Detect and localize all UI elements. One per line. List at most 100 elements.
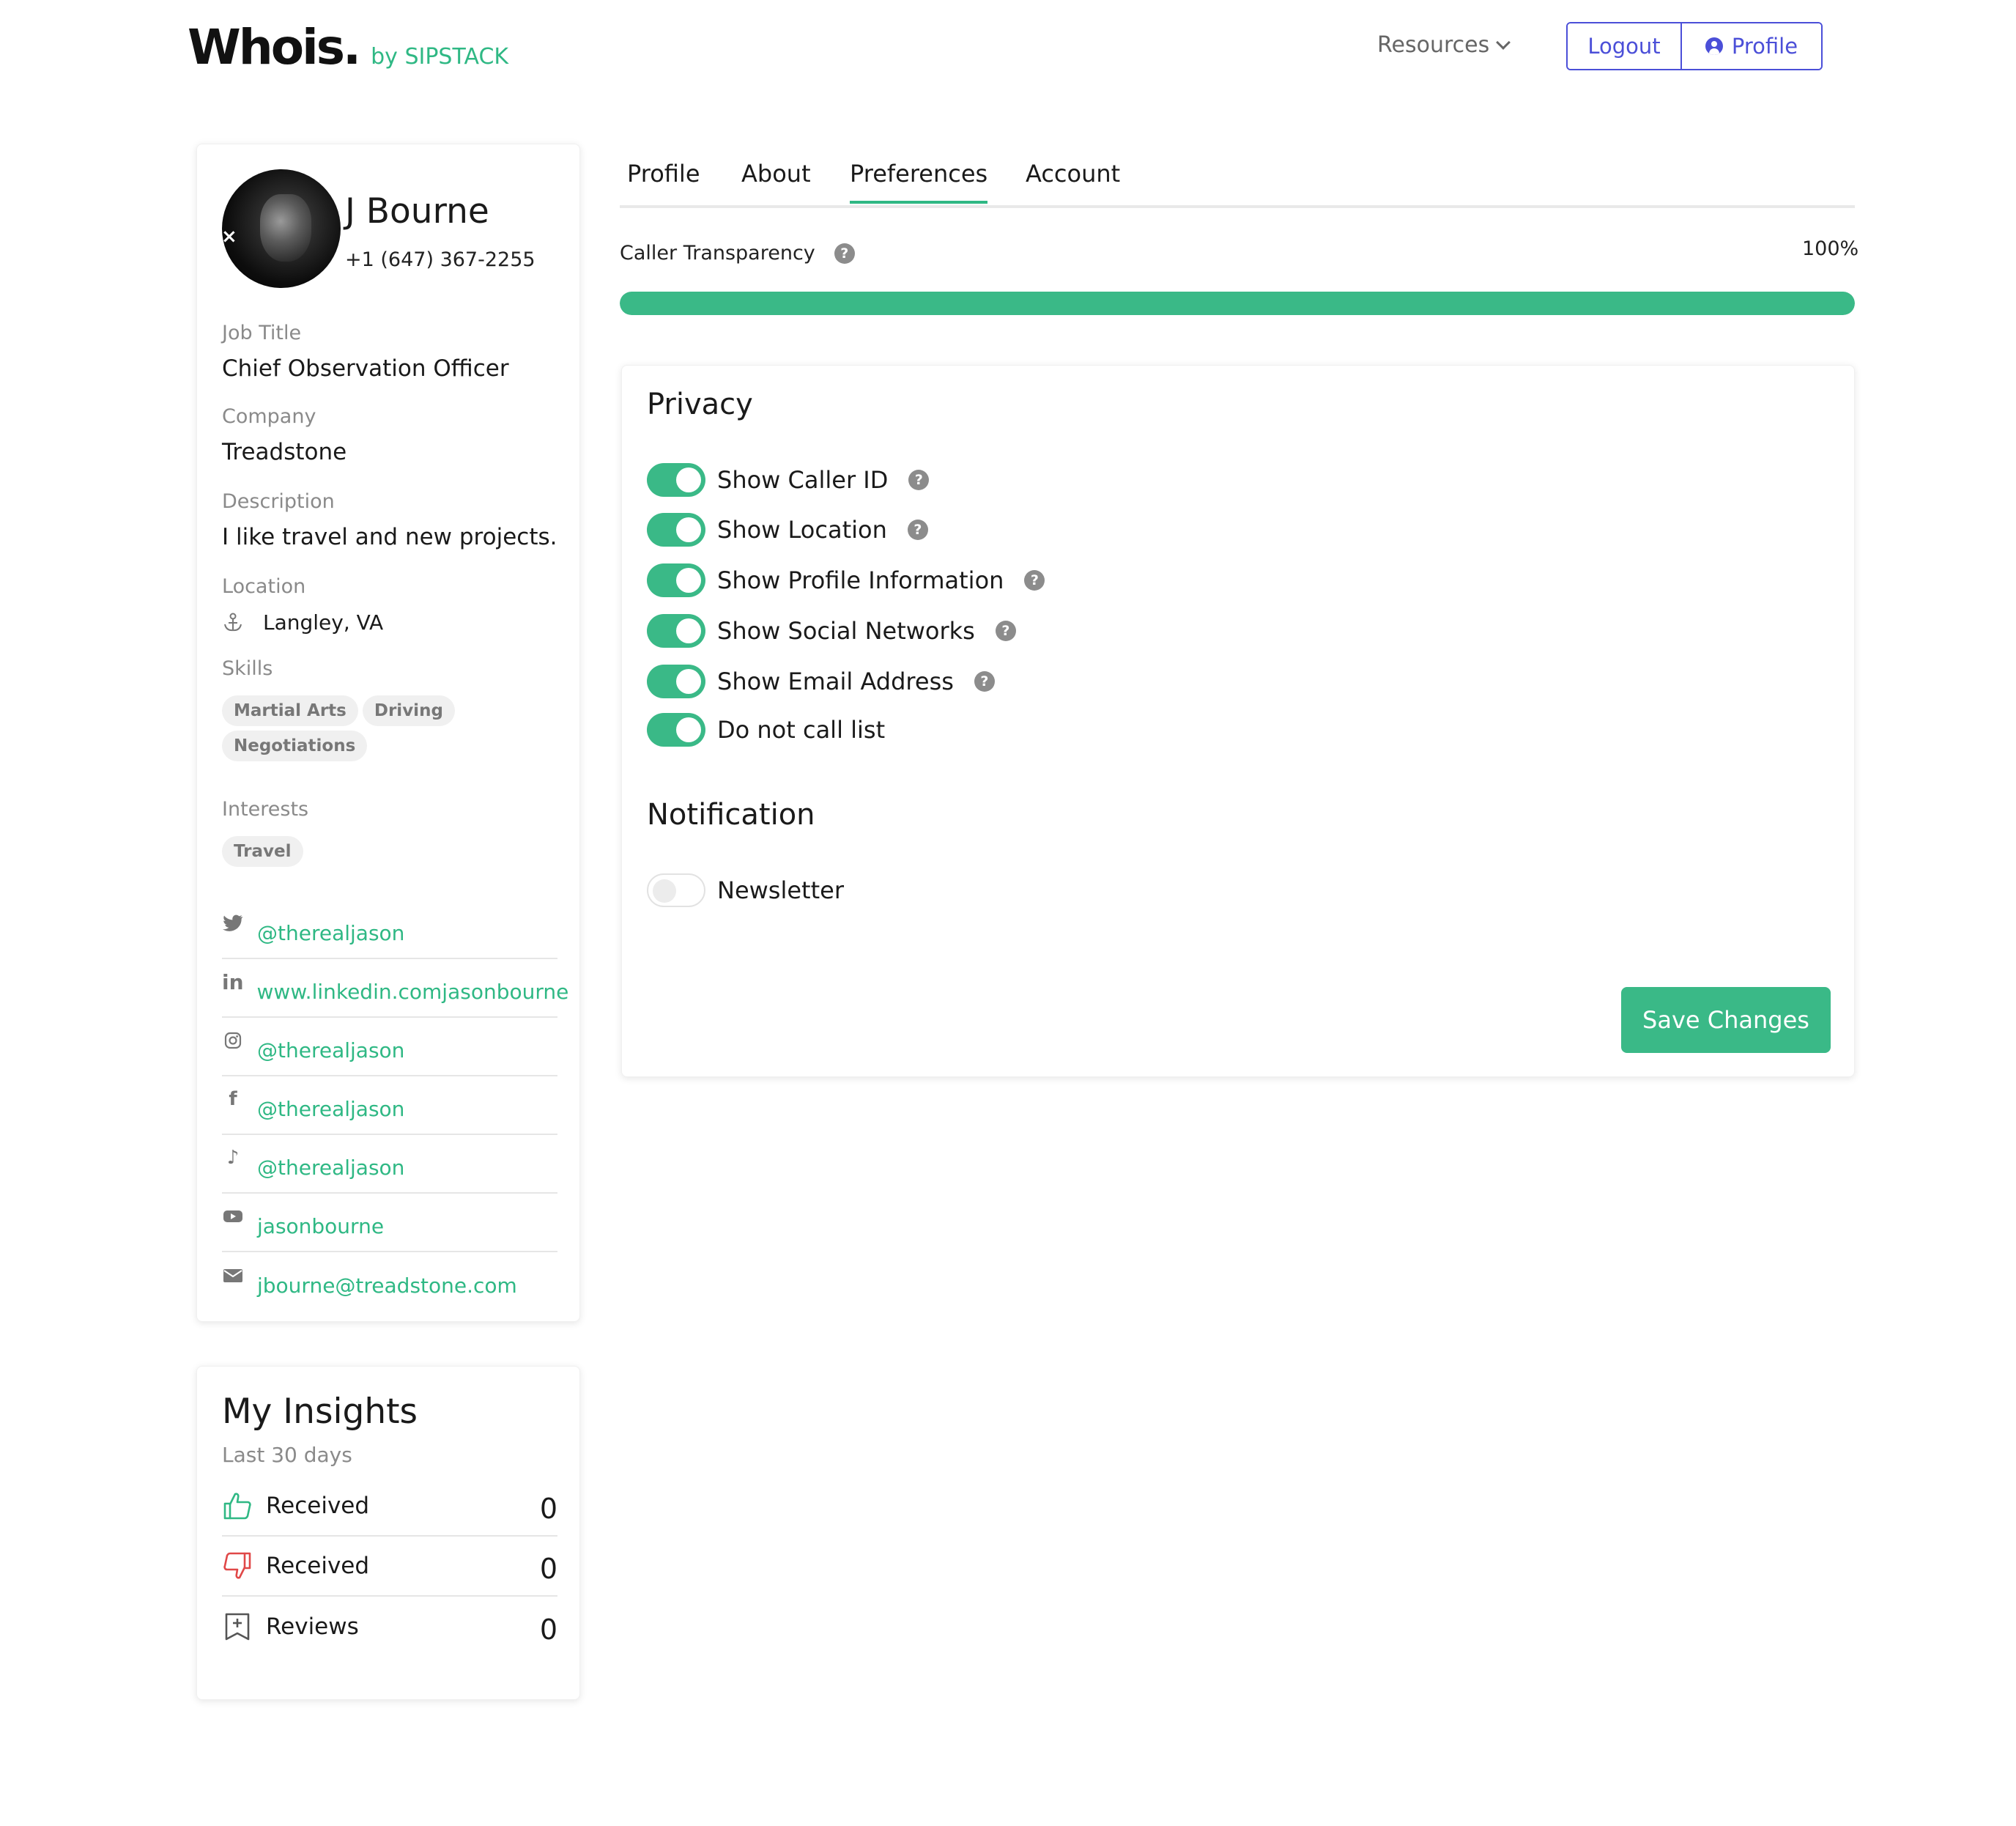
tab-preferences[interactable]: Preferences xyxy=(850,160,988,204)
anchor-location-icon xyxy=(224,613,242,632)
company-label: Company xyxy=(222,405,316,428)
help-icon[interactable]: ? xyxy=(1024,570,1045,591)
help-icon[interactable]: ? xyxy=(907,520,928,540)
tab-about[interactable]: About xyxy=(741,160,811,201)
insights-subtitle: Last 30 days xyxy=(222,1443,352,1467)
toggle-knob xyxy=(676,568,701,593)
logout-label: Logout xyxy=(1587,34,1661,59)
location-label: Location xyxy=(222,575,306,598)
social-link-facebook[interactable]: f @therealjason xyxy=(222,1076,557,1135)
account-button-group: Logout Profile xyxy=(1566,22,1823,70)
insight-count: 0 xyxy=(539,1553,557,1585)
skills-chips: Martial Arts Driving Negotiations xyxy=(222,695,544,761)
resources-menu[interactable]: Resources xyxy=(1377,32,1511,58)
skills-label: Skills xyxy=(222,657,273,680)
insights-title: My Insights xyxy=(222,1391,418,1432)
show-profile-information-toggle[interactable] xyxy=(647,563,705,597)
toggle-row-email: Show Email Address ? xyxy=(647,662,995,701)
instagram-icon xyxy=(222,1030,244,1051)
logout-button[interactable]: Logout xyxy=(1568,23,1682,69)
profile-button[interactable]: Profile xyxy=(1682,23,1821,69)
help-icon[interactable]: ? xyxy=(908,470,930,490)
toggle-label: Do not call list xyxy=(717,716,886,744)
insight-row-dislikes: Received 0 xyxy=(222,1537,557,1597)
show-location-toggle[interactable] xyxy=(647,513,705,547)
profile-card: J Bourne +1 (647) 367-2255 Job Title Chi… xyxy=(196,144,580,1322)
social-link-tiktok[interactable]: ♪ @therealjason xyxy=(222,1135,557,1194)
toggle-row-social-networks: Show Social Networks ? xyxy=(647,612,1016,650)
facebook-icon: f xyxy=(229,1088,237,1110)
logo-byline: by SIPSTACK xyxy=(371,44,509,70)
top-header: Whois. by SIPSTACK Resources Logout Prof… xyxy=(0,0,2016,95)
show-caller-id-toggle[interactable] xyxy=(647,463,705,497)
interest-chip[interactable]: Travel xyxy=(222,836,303,867)
tab-profile[interactable]: Profile xyxy=(627,160,700,201)
transparency-percent: 100% xyxy=(1802,237,1859,260)
profile-name: J Bourne xyxy=(345,191,489,232)
review-bookmark-icon xyxy=(225,1613,250,1641)
transparency-label-text: Caller Transparency xyxy=(620,242,815,265)
profile-phone: +1 (647) 367-2255 xyxy=(345,248,536,271)
toggle-row-do-not-call: Do not call list xyxy=(647,711,905,749)
thumbs-down-icon xyxy=(223,1552,251,1579)
insight-label: Received xyxy=(266,1493,370,1519)
twitter-handle: @therealjason xyxy=(257,920,405,945)
toggle-label: Show Email Address xyxy=(717,668,954,695)
profile-label: Profile xyxy=(1731,34,1798,59)
do-not-call-list-toggle[interactable] xyxy=(647,713,705,747)
toggle-row-caller-id: Show Caller ID ? xyxy=(647,461,930,499)
insight-label: Received xyxy=(266,1553,370,1579)
linkedin-icon: in xyxy=(222,969,244,994)
insight-count: 0 xyxy=(539,1614,557,1646)
insight-count: 0 xyxy=(539,1493,557,1525)
tiktok-handle: @therealjason xyxy=(257,1155,405,1180)
newsletter-toggle[interactable] xyxy=(647,873,705,907)
skill-chip[interactable]: Negotiations xyxy=(222,731,368,761)
social-link-linkedin[interactable]: in www.linkedin.comjasonbourne xyxy=(222,959,568,1018)
transparency-progress-bar xyxy=(620,292,1855,315)
help-icon[interactable]: ? xyxy=(834,243,855,264)
tab-account[interactable]: Account xyxy=(1026,160,1120,201)
toggle-label: Show Profile Information xyxy=(717,566,1004,594)
transparency-progress-fill xyxy=(620,292,1855,315)
social-link-twitter[interactable]: @therealjason xyxy=(222,901,557,959)
email-address: jbourne@treadstone.com xyxy=(257,1273,517,1298)
insights-card: My Insights Last 30 days Received 0 Rece… xyxy=(196,1366,580,1700)
show-email-address-toggle[interactable] xyxy=(647,665,705,698)
toggle-knob xyxy=(676,467,701,492)
social-link-email[interactable]: jbourne@treadstone.com xyxy=(222,1252,557,1311)
toggle-label: Show Social Networks xyxy=(717,617,975,645)
insight-row-reviews: Reviews 0 xyxy=(222,1597,557,1657)
caller-transparency-label: Caller Transparency ? xyxy=(620,242,855,265)
save-changes-button[interactable]: Save Changes xyxy=(1621,987,1831,1053)
company-value: Treadstone xyxy=(222,439,347,465)
job-title-value: Chief Observation Officer xyxy=(222,355,509,382)
toggle-knob xyxy=(676,717,701,742)
toggle-label: Show Location xyxy=(717,516,887,544)
show-social-networks-toggle[interactable] xyxy=(647,614,705,648)
chevron-down-icon xyxy=(1496,34,1511,50)
social-link-youtube[interactable]: jasonbourne xyxy=(222,1194,557,1252)
avatar[interactable] xyxy=(222,169,341,288)
avatar-photo xyxy=(260,194,311,262)
help-icon[interactable]: ? xyxy=(974,671,995,692)
toggle-label: Show Caller ID xyxy=(717,466,889,494)
toggle-knob xyxy=(676,517,701,542)
social-link-instagram[interactable]: @therealjason xyxy=(222,1018,557,1076)
interests-label: Interests xyxy=(222,798,309,821)
settings-tabs: Profile About Preferences Account xyxy=(620,144,1855,208)
close-icon[interactable]: × xyxy=(221,226,237,248)
toggle-row-location: Show Location ? xyxy=(647,511,928,549)
instagram-handle: @therealjason xyxy=(257,1038,405,1062)
youtube-icon xyxy=(222,1205,244,1227)
notification-title: Notification xyxy=(647,798,815,832)
toggle-label: Newsletter xyxy=(717,876,844,904)
whois-logo[interactable]: Whois. by SIPSTACK xyxy=(188,19,508,75)
help-icon[interactable]: ? xyxy=(995,621,1016,641)
skill-chip[interactable]: Driving xyxy=(362,695,455,726)
location-value: Langley, VA xyxy=(263,610,384,635)
save-changes-label: Save Changes xyxy=(1642,1006,1809,1034)
skill-chip[interactable]: Martial Arts xyxy=(222,695,358,726)
social-links-list: @therealjason in www.linkedin.comjasonbo… xyxy=(222,901,568,1311)
resources-label: Resources xyxy=(1377,32,1490,58)
